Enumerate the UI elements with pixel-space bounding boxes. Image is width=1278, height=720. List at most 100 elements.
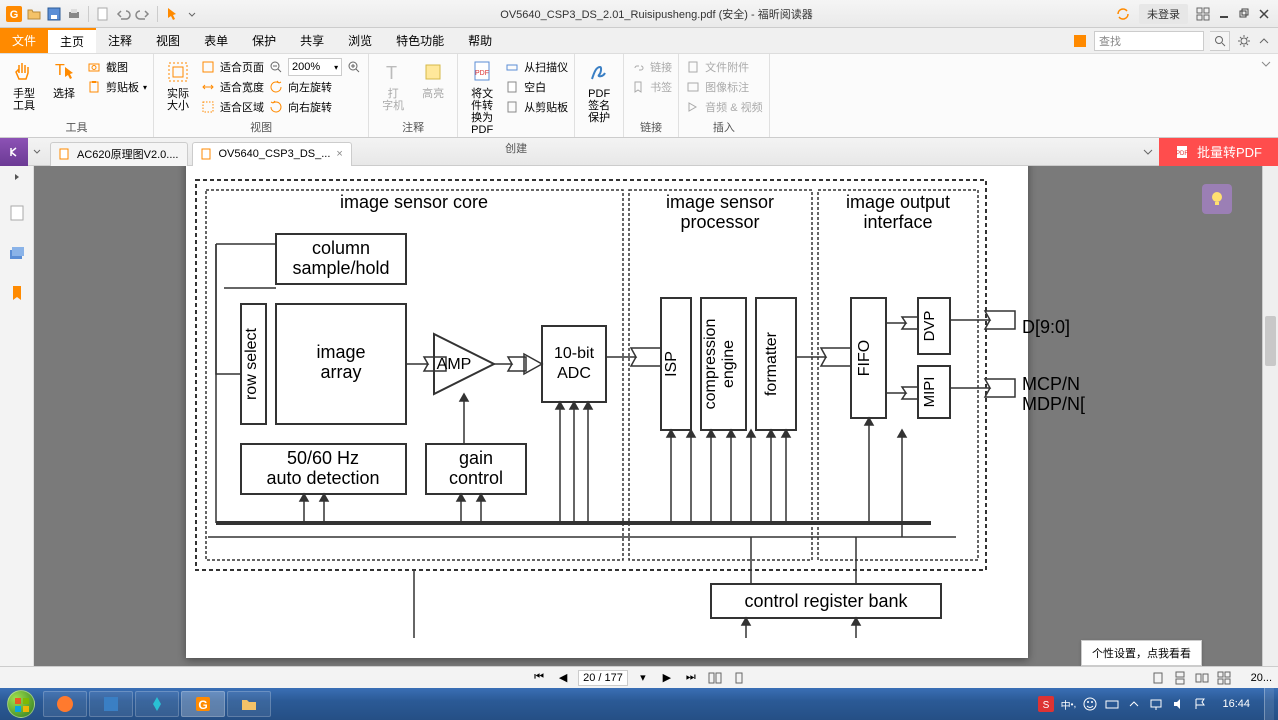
tab-annotate[interactable]: 注释: [96, 28, 144, 53]
tip-bubble[interactable]: 个性设置，点我看看: [1081, 640, 1202, 666]
save-icon[interactable]: [46, 6, 62, 22]
search-button[interactable]: [1210, 31, 1230, 51]
tab-file[interactable]: 文件: [0, 28, 48, 53]
highlight-button[interactable]: 高亮: [415, 56, 451, 102]
bookmark-button[interactable]: 书签: [630, 78, 672, 96]
tray-network-icon[interactable]: [1148, 696, 1164, 712]
vscroll-thumb[interactable]: [1265, 316, 1276, 366]
page-thumb-icon[interactable]: [8, 204, 26, 222]
svg-text:AMP: AMP: [437, 356, 472, 373]
blank-page-button[interactable]: 空白: [504, 78, 568, 96]
fit-area-button[interactable]: 适合区域: [200, 98, 264, 116]
tab-special[interactable]: 特色功能: [384, 28, 456, 53]
media-button[interactable]: 音频 & 视频: [685, 98, 762, 116]
tray-lang-icon[interactable]: 中 •,: [1060, 696, 1076, 712]
fit-page-button[interactable]: 适合页面: [200, 58, 264, 76]
batch-convert-button[interactable]: PDF批量转PDF: [1159, 138, 1278, 166]
zoom-out-icon[interactable]: [268, 59, 284, 75]
open-icon[interactable]: [26, 6, 42, 22]
close-tab-icon[interactable]: ×: [336, 148, 342, 160]
close-button[interactable]: [1258, 8, 1270, 20]
new-doc-icon[interactable]: [95, 6, 111, 22]
file-attachment-button[interactable]: 文件附件: [685, 58, 762, 76]
dual-page-icon[interactable]: [706, 670, 724, 686]
print-icon[interactable]: [66, 6, 82, 22]
task-foxit[interactable]: G: [181, 691, 225, 717]
actual-size-button[interactable]: 实际 大小: [160, 56, 196, 114]
sidebar-toggle[interactable]: [0, 138, 28, 166]
redo-icon[interactable]: [135, 6, 151, 22]
snapshot-button[interactable]: 截图: [86, 58, 147, 76]
typewriter-button[interactable]: T打 字机: [375, 56, 411, 114]
from-clipboard-button[interactable]: 从剪贴板: [504, 98, 568, 116]
last-page-button[interactable]: ⏭: [682, 670, 700, 686]
tab-home[interactable]: 主页: [48, 28, 96, 53]
tray-chevron-icon[interactable]: [1126, 696, 1142, 712]
undo-icon[interactable]: [115, 6, 131, 22]
task-app-1[interactable]: [43, 691, 87, 717]
view-single-icon[interactable]: [1151, 671, 1165, 685]
layers-icon[interactable]: [8, 244, 26, 262]
collapse-ribbon-icon[interactable]: [1258, 35, 1270, 47]
doc-tab-1[interactable]: AC620原理图V2.0....: [50, 142, 188, 166]
tab-expand-icon[interactable]: [28, 148, 46, 156]
tray-ime-icon[interactable]: S: [1038, 696, 1054, 712]
tab-browse[interactable]: 浏览: [336, 28, 384, 53]
image-annot-button[interactable]: 图像标注: [685, 78, 762, 96]
search-input[interactable]: 查找: [1094, 31, 1204, 51]
clipboard-button[interactable]: 剪贴板▾: [86, 78, 147, 96]
maximize-button[interactable]: [1238, 8, 1250, 20]
tab-protect[interactable]: 保护: [240, 28, 288, 53]
cursor-icon[interactable]: [164, 6, 180, 22]
vertical-scrollbar[interactable]: [1262, 166, 1278, 688]
select-tool-button[interactable]: T选择: [46, 56, 82, 102]
tab-form[interactable]: 表单: [192, 28, 240, 53]
rotate-right-button[interactable]: 向右旋转: [268, 98, 362, 116]
tab-share[interactable]: 共享: [288, 28, 336, 53]
page-number-input[interactable]: 20 / 177: [578, 670, 628, 686]
view-grid-icon[interactable]: [1217, 671, 1231, 685]
page-dropdown-icon[interactable]: ▾: [634, 670, 652, 686]
login-button[interactable]: 未登录: [1139, 4, 1188, 24]
prev-page-button[interactable]: ◀: [554, 670, 572, 686]
task-app-3[interactable]: [135, 691, 179, 717]
hand-tool-button[interactable]: 手型 工具: [6, 56, 42, 114]
show-desktop-button[interactable]: [1264, 688, 1274, 720]
tray-flag-icon[interactable]: [1192, 696, 1208, 712]
tray-keyboard-icon[interactable]: [1104, 696, 1120, 712]
hint-lightbulb-icon[interactable]: [1202, 184, 1232, 214]
continuous-page-icon[interactable]: [730, 670, 748, 686]
convert-to-pdf-button[interactable]: PDF将文件转 换为PDF: [464, 56, 500, 138]
zoom-select[interactable]: 200%▾: [288, 58, 342, 76]
tab-menu-icon[interactable]: [1137, 147, 1159, 157]
tab-view[interactable]: 视图: [144, 28, 192, 53]
rotate-left-button[interactable]: 向左旋转: [268, 78, 362, 96]
tab-help[interactable]: 帮助: [456, 28, 504, 53]
bookmark-panel-icon[interactable]: [8, 284, 26, 302]
next-page-button[interactable]: ▶: [658, 670, 676, 686]
group-label-annotate: 注释: [375, 117, 451, 137]
zoom-in-icon[interactable]: [346, 59, 362, 75]
grid-icon[interactable]: [1196, 7, 1210, 21]
tray-volume-icon[interactable]: [1170, 696, 1186, 712]
first-page-button[interactable]: ⏮: [530, 670, 548, 686]
doc-tab-2[interactable]: OV5640_CSP3_DS_...×: [192, 142, 352, 166]
document-viewport[interactable]: OV5640 image sensor core image sensorpro…: [34, 166, 1262, 688]
fit-width-button[interactable]: 适合宽度: [200, 78, 264, 96]
collapse-caret-icon[interactable]: [1260, 58, 1272, 70]
view-facing-icon[interactable]: [1195, 671, 1209, 685]
minimize-button[interactable]: [1218, 8, 1230, 20]
pdf-sign-button[interactable]: PDF 签名 保护: [581, 56, 617, 126]
start-button[interactable]: [0, 688, 42, 720]
clock[interactable]: 16:44: [1214, 698, 1258, 710]
task-app-2[interactable]: [89, 691, 133, 717]
qat-dropdown-icon[interactable]: [184, 6, 200, 22]
view-continuous-icon[interactable]: [1173, 671, 1187, 685]
gear-icon[interactable]: [1236, 33, 1252, 49]
tray-smile-icon[interactable]: [1082, 696, 1098, 712]
task-explorer[interactable]: [227, 691, 271, 717]
expand-sidebar-icon[interactable]: [12, 172, 22, 182]
link-button[interactable]: 链接: [630, 58, 672, 76]
from-scanner-button[interactable]: 从扫描仪: [504, 58, 568, 76]
sync-icon[interactable]: [1115, 6, 1131, 22]
